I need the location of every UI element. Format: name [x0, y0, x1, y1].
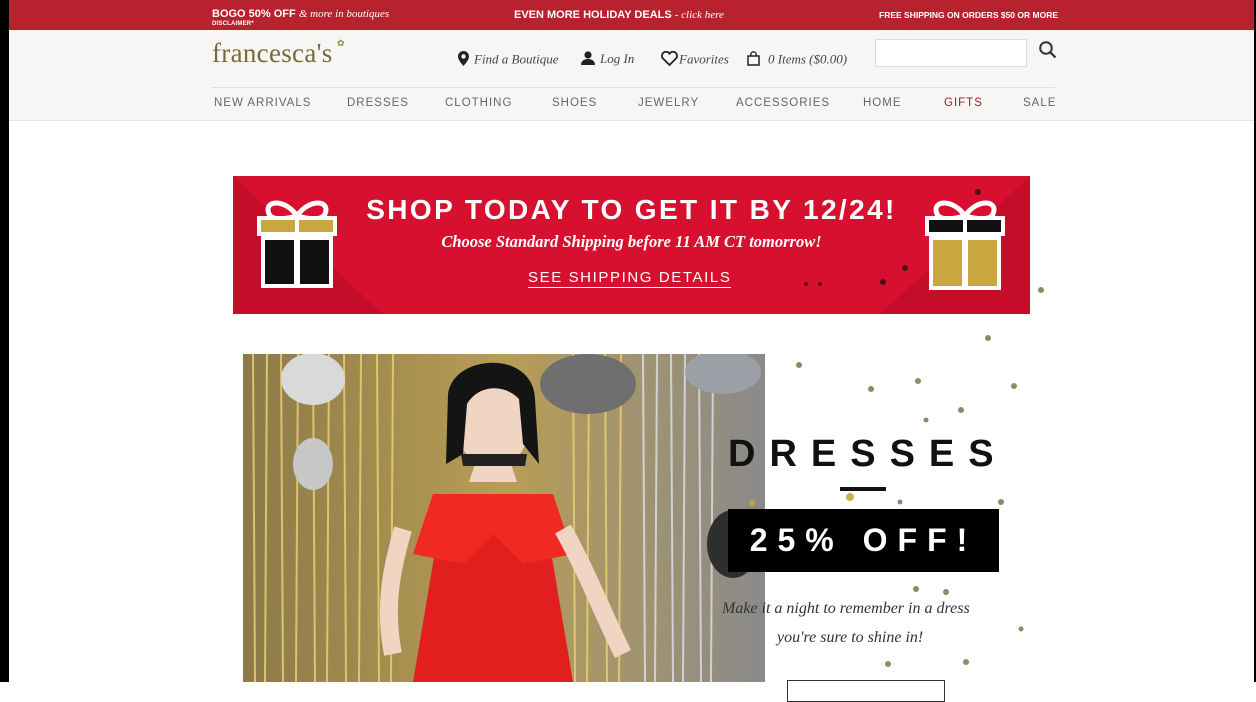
- nav-item-gifts[interactable]: GIFTS: [944, 97, 983, 109]
- favorites-link[interactable]: Favorites: [661, 50, 729, 70]
- promo-bogo-text: BOGO 50% OFF: [212, 8, 296, 20]
- cart-link[interactable]: 0 Items ($0.00): [747, 51, 847, 70]
- cart-label: 0 Items ($0.00): [768, 51, 848, 67]
- nav-item-dresses[interactable]: DRESSES: [347, 97, 409, 109]
- shipping-headline: SHOP TODAY TO GET IT BY 12/24!: [366, 194, 897, 225]
- nav-item-clothing[interactable]: CLOTHING: [445, 97, 512, 109]
- shopping-bag-icon: [747, 51, 760, 70]
- promo-bogo-italic: & more in boutiques: [298, 8, 390, 20]
- promo-bogo-link[interactable]: BOGO 50% OFF & more in boutiques: [212, 9, 389, 20]
- holiday-deals-link[interactable]: EVEN MORE HOLIDAY DEALS - click here: [514, 9, 724, 21]
- shipping-subline: Choose Standard Shipping before 11 AM CT…: [441, 232, 822, 251]
- disclaimer-link[interactable]: DISCLAIMER*: [212, 21, 254, 27]
- site-header: francesca's ✿ Find a Boutique Log In Fav…: [9, 30, 1254, 121]
- holiday-deals-italic: - click here: [674, 9, 724, 21]
- see-shipping-details-link[interactable]: SEE SHIPPING DETAILS: [528, 269, 732, 288]
- nav-item-new-arrivals[interactable]: NEW ARRIVALS: [214, 97, 311, 109]
- promo-bar: BOGO 50% OFF & more in boutiques DISCLAI…: [9, 0, 1254, 30]
- nav-item-home[interactable]: HOME: [863, 97, 902, 109]
- search-input[interactable]: [875, 39, 1027, 67]
- shop-dresses-button[interactable]: [787, 680, 945, 702]
- hero-tagline-line1: Make it a night to remember in a dress: [722, 600, 970, 617]
- search-icon: [1038, 41, 1058, 64]
- nav-item-accessories[interactable]: ACCESSORIES: [736, 97, 830, 109]
- nav-divider: [212, 87, 1055, 88]
- hero-divider: [840, 487, 886, 491]
- hero-title: DRESSES: [728, 433, 1008, 475]
- log-in-link[interactable]: Log In: [581, 51, 634, 69]
- log-in-label: Log In: [600, 51, 635, 66]
- sprout-icon: ✿: [337, 38, 345, 48]
- nav-item-shoes[interactable]: SHOES: [552, 97, 597, 109]
- free-shipping-link[interactable]: FREE SHIPPING ON ORDERS $50 OR MORE: [879, 10, 1058, 20]
- logo-text: francesca's: [212, 38, 333, 68]
- user-icon: [581, 51, 595, 69]
- find-boutique-label: Find a Boutique: [474, 51, 559, 67]
- logo[interactable]: francesca's ✿: [212, 38, 345, 69]
- nav-item-jewelry[interactable]: JEWELRY: [638, 97, 699, 109]
- find-boutique-link[interactable]: Find a Boutique: [458, 51, 559, 70]
- holiday-deals-text: EVEN MORE HOLIDAY DEALS: [514, 9, 672, 21]
- heart-icon: [661, 50, 678, 70]
- map-pin-icon: [458, 51, 469, 70]
- discount-badge: 25% OFF!: [728, 509, 999, 572]
- nav-item-sale[interactable]: SALE: [1023, 97, 1056, 109]
- search-button[interactable]: [1038, 40, 1058, 60]
- favorites-label: Favorites: [679, 51, 729, 67]
- window-frame-left: [0, 0, 9, 682]
- hero-tagline-line2: you're sure to shine in!: [777, 629, 924, 646]
- shipping-banner[interactable]: SHOP TODAY TO GET IT BY 12/24! Choose St…: [233, 176, 1030, 314]
- hero-image[interactable]: [243, 354, 765, 682]
